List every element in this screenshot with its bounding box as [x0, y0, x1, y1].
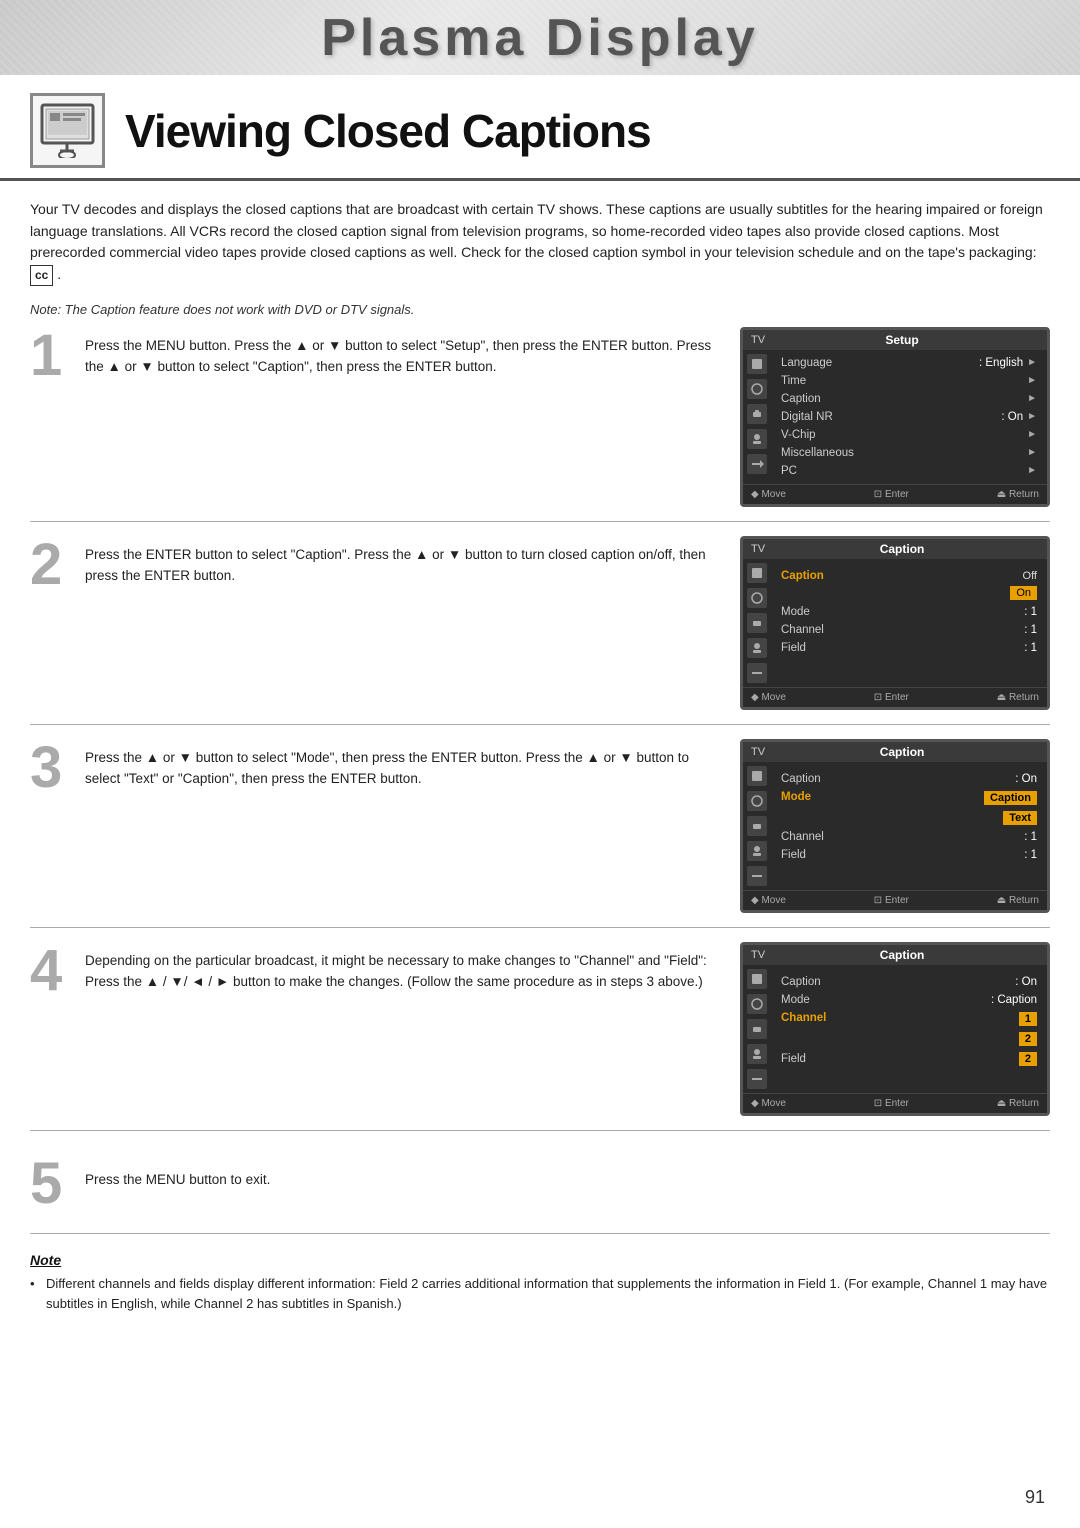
- step-1-number: 1: [30, 327, 75, 385]
- tv-screen-3: TV Caption Caption : On: [740, 739, 1050, 913]
- screen-4-title: Caption: [880, 948, 925, 962]
- page-number: 91: [1025, 1487, 1045, 1508]
- step-3-text: Press the ▲ or ▼ button to select "Mode"…: [85, 739, 720, 790]
- tv-screen-4: TV Caption Caption : On: [740, 942, 1050, 1116]
- title-icon: [30, 93, 105, 168]
- step-5-row: 5 Press the MENU button to exit.: [30, 1145, 1050, 1234]
- note-section: Note Different channels and fields displ…: [0, 1234, 1080, 1334]
- main-content: 1 Press the MENU button. Press the ▲ or …: [0, 327, 1080, 1234]
- header-banner: Plasma Display: [0, 0, 1080, 75]
- step-4-number: 4: [30, 942, 75, 1000]
- step-3-row: 3 Press the ▲ or ▼ button to select "Mod…: [30, 739, 1050, 928]
- step-3-left: 3 Press the ▲ or ▼ button to select "Mod…: [30, 739, 720, 797]
- note-title: Note: [30, 1252, 1050, 1268]
- header-title: Plasma Display: [321, 8, 759, 68]
- step-2-text: Press the ENTER button to select "Captio…: [85, 536, 720, 587]
- step-1-text: Press the MENU button. Press the ▲ or ▼ …: [85, 327, 720, 378]
- screen-3-title: Caption: [880, 745, 925, 759]
- step-2-number: 2: [30, 536, 75, 594]
- tv-label-1: TV: [751, 334, 765, 346]
- screen-1-title: Setup: [885, 333, 918, 347]
- step-4-text: Depending on the particular broadcast, i…: [85, 942, 720, 993]
- step-3-number: 3: [30, 739, 75, 797]
- step-5-text: Press the MENU button to exit.: [85, 1155, 270, 1191]
- cc-symbol: cc: [30, 265, 53, 286]
- note-bullet-1: Different channels and fields display di…: [30, 1274, 1050, 1314]
- step-2-row: 2 Press the ENTER button to select "Capt…: [30, 536, 1050, 725]
- page-title: Viewing Closed Captions: [125, 104, 651, 158]
- tv-screen-1: TV Setup Language : English ►: [740, 327, 1050, 507]
- step-1-left: 1 Press the MENU button. Press the ▲ or …: [30, 327, 720, 385]
- step-4-left: 4 Depending on the particular broadcast,…: [30, 942, 720, 1000]
- tv-screen-2: TV Caption Caption Off: [740, 536, 1050, 710]
- tv-hand-icon: [40, 103, 95, 158]
- step-5-number: 5: [30, 1155, 75, 1213]
- step-2-left: 2 Press the ENTER button to select "Capt…: [30, 536, 720, 594]
- description-text: Your TV decodes and displays the closed …: [0, 199, 1080, 298]
- step-4-row: 4 Depending on the particular broadcast,…: [30, 942, 1050, 1131]
- step-1-row: 1 Press the MENU button. Press the ▲ or …: [30, 327, 1050, 522]
- note-line: Note: The Caption feature does not work …: [0, 298, 1080, 327]
- screen-2-title: Caption: [880, 542, 925, 556]
- title-row: Viewing Closed Captions: [0, 75, 1080, 181]
